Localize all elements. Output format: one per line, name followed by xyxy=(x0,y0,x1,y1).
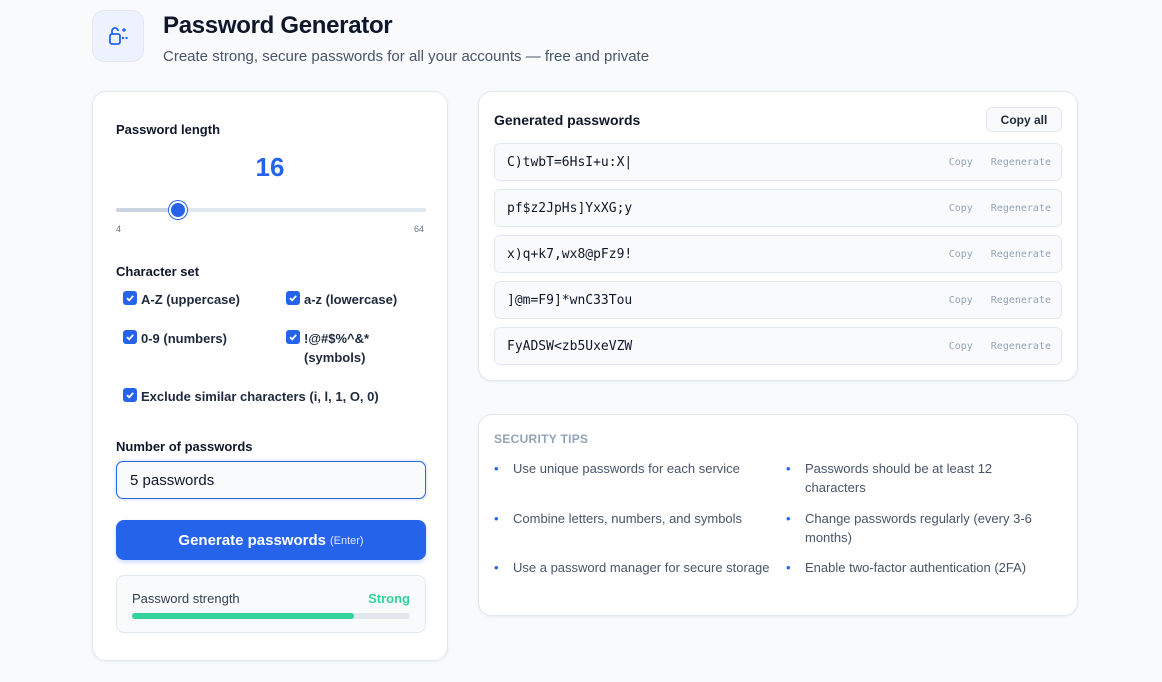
length-min: 4 xyxy=(116,224,122,234)
checkbox-checked-icon[interactable] xyxy=(286,330,300,344)
regenerate-button[interactable]: Regenerate xyxy=(991,341,1051,352)
strength-meter-fill xyxy=(132,613,355,619)
exclude-similar-label: Exclude similar characters (i, l, 1, O, … xyxy=(141,389,379,404)
numbers-label: 0-9 (numbers) xyxy=(141,331,227,346)
copy-all-button[interactable]: Copy all xyxy=(986,107,1062,132)
copy-button[interactable]: Copy xyxy=(949,249,973,260)
page-subtitle: Create strong, secure passwords for all … xyxy=(163,48,650,65)
checkbox-checked-icon[interactable] xyxy=(286,291,300,305)
tip-item: Passwords should be at least 12 characte… xyxy=(786,459,1056,497)
exclude-similar-checkbox[interactable]: Exclude similar characters (i, l, 1, O, … xyxy=(123,387,379,406)
password-row: C)twbT=6HsI+u:X| Copy Regenerate xyxy=(494,143,1062,181)
password-row: FyADSW<zb5UxeVZW Copy Regenerate xyxy=(494,327,1062,365)
uppercase-checkbox[interactable]: A-Z (uppercase) xyxy=(123,290,240,309)
page-header: Password Generator Create strong, secure… xyxy=(92,10,649,65)
password-text[interactable]: FyADSW<zb5UxeVZW xyxy=(507,339,632,354)
password-text[interactable]: x)q+k7,wx8@pFz9! xyxy=(507,247,632,262)
password-text[interactable]: C)twbT=6HsI+u:X| xyxy=(507,155,632,170)
password-row: x)q+k7,wx8@pFz9! Copy Regenerate xyxy=(494,235,1062,273)
lowercase-label: a-z (lowercase) xyxy=(304,292,398,307)
regenerate-button[interactable]: Regenerate xyxy=(991,157,1051,168)
generate-label: Generate passwords xyxy=(178,531,326,549)
count-label: Number of passwords xyxy=(116,439,253,454)
security-tips-card: SECURITY TIPS Use unique passwords for e… xyxy=(478,414,1078,616)
tip-item: Use unique passwords for each service xyxy=(494,459,774,478)
tip-item: Change passwords regularly (every 3-6 mo… xyxy=(786,509,1056,547)
results-card: Generated passwords Copy all C)twbT=6HsI… xyxy=(478,91,1078,381)
uppercase-label: A-Z (uppercase) xyxy=(141,292,240,307)
copy-button[interactable]: Copy xyxy=(949,203,973,214)
password-row: ]@m=F9]*wnC33Tou Copy Regenerate xyxy=(494,281,1062,319)
settings-card: Password length 16 4 64 Character set A-… xyxy=(92,91,448,661)
tip-item: Combine letters, numbers, and symbols xyxy=(494,509,774,528)
strength-value: Strong xyxy=(368,591,410,606)
password-row: pf$z2JpHs]YxXG;y Copy Regenerate xyxy=(494,189,1062,227)
password-text[interactable]: pf$z2JpHs]YxXG;y xyxy=(507,201,632,216)
regenerate-button[interactable]: Regenerate xyxy=(991,203,1051,214)
symbols-checkbox[interactable]: !@#$%^&* (symbols) xyxy=(286,329,406,367)
checkbox-checked-icon[interactable] xyxy=(123,388,137,402)
password-list: C)twbT=6HsI+u:X| Copy Regenerate pf$z2JpH… xyxy=(494,143,1062,373)
strength-meter xyxy=(132,613,410,619)
tip-item: Use a password manager for secure storag… xyxy=(494,558,774,577)
copy-button[interactable]: Copy xyxy=(949,157,973,168)
strength-panel: Password strength Strong xyxy=(116,575,426,633)
page-title: Password Generator xyxy=(163,12,393,39)
lowercase-checkbox[interactable]: a-z (lowercase) xyxy=(286,290,397,309)
numbers-checkbox[interactable]: 0-9 (numbers) xyxy=(123,329,227,348)
password-text[interactable]: ]@m=F9]*wnC33Tou xyxy=(507,293,632,308)
length-slider[interactable] xyxy=(116,201,426,219)
password-count-value: 5 passwords xyxy=(130,471,215,489)
copy-button[interactable]: Copy xyxy=(949,341,973,352)
checkbox-checked-icon[interactable] xyxy=(123,330,137,344)
lock-icon xyxy=(92,10,144,62)
generate-shortcut-hint: (Enter) xyxy=(329,535,364,547)
results-title: Generated passwords xyxy=(494,112,641,128)
length-label: Password length xyxy=(116,122,221,137)
checkbox-checked-icon[interactable] xyxy=(123,291,137,305)
length-value: 16 xyxy=(255,152,285,182)
tip-item: Enable two-factor authentication (2FA) xyxy=(786,558,1056,577)
length-slider-thumb[interactable] xyxy=(169,201,187,219)
password-count-select[interactable]: 5 passwords xyxy=(116,461,426,499)
generate-button[interactable]: Generate passwords (Enter) xyxy=(116,520,426,560)
tips-title: SECURITY TIPS xyxy=(494,432,589,446)
regenerate-button[interactable]: Regenerate xyxy=(991,249,1051,260)
regenerate-button[interactable]: Regenerate xyxy=(991,295,1051,306)
strength-label: Password strength xyxy=(132,591,240,606)
charset-label: Character set xyxy=(116,264,200,279)
length-max: 64 xyxy=(413,224,424,234)
copy-button[interactable]: Copy xyxy=(949,295,973,306)
symbols-label: !@#$%^&* (symbols) xyxy=(304,331,370,365)
